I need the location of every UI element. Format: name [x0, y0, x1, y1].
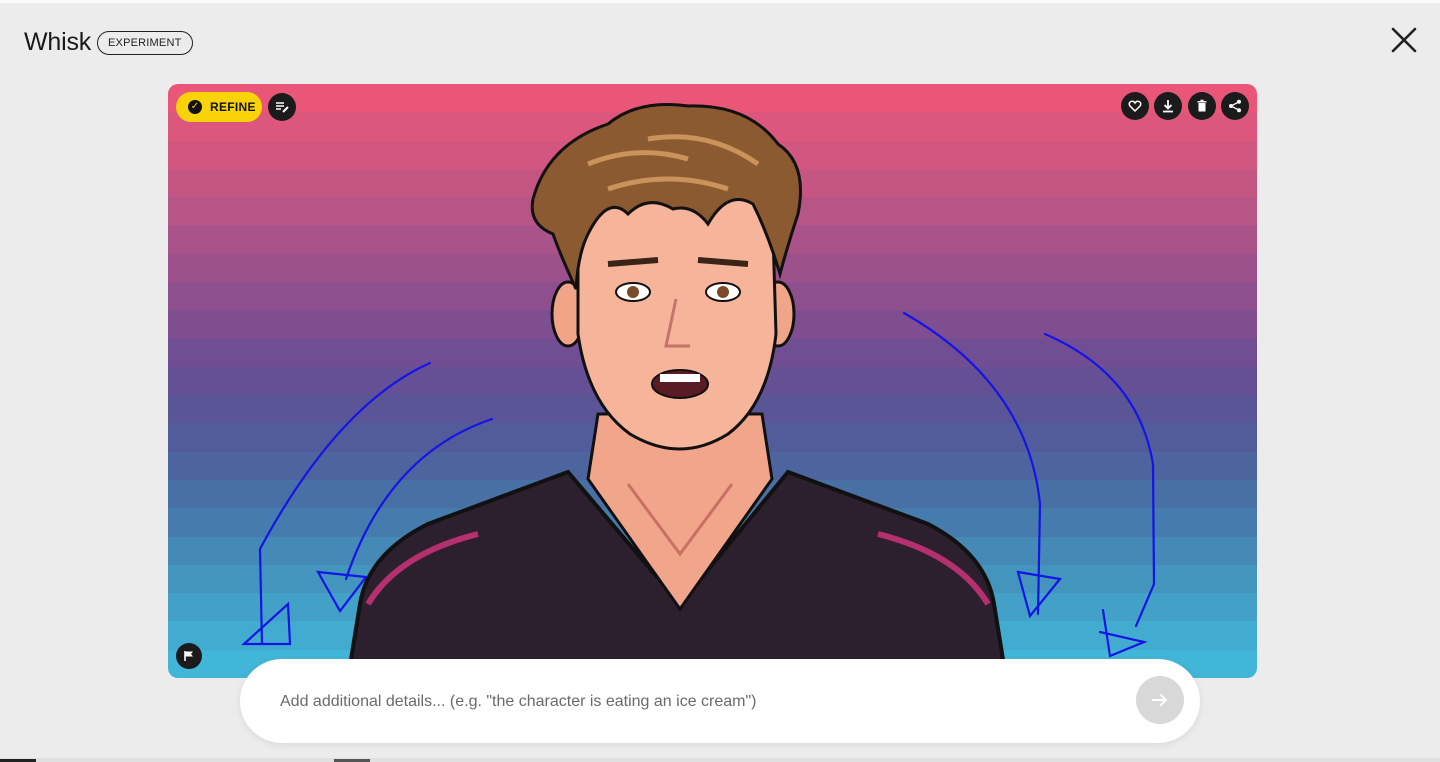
flag-icon	[184, 651, 193, 661]
edit-prompt-button[interactable]	[268, 93, 296, 121]
heart-icon	[1128, 100, 1142, 113]
generated-image[interactable]	[168, 84, 1257, 678]
app-title: Whisk	[24, 28, 92, 56]
edit-notes-icon	[276, 102, 289, 113]
annotation-arrows	[241, 311, 1156, 658]
refine-label: REFINE	[210, 100, 256, 114]
close-icon	[1391, 27, 1417, 53]
experiment-badge: EXPERIMENT	[97, 31, 193, 55]
download-button[interactable]	[1154, 92, 1182, 120]
delete-button[interactable]	[1188, 92, 1216, 120]
share-icon	[1229, 99, 1241, 113]
download-icon	[1163, 100, 1173, 113]
trash-icon	[1197, 99, 1207, 112]
submit-button[interactable]	[1136, 676, 1184, 724]
prompt-bar	[240, 659, 1200, 743]
details-input[interactable]	[278, 681, 1122, 723]
bottom-strip	[0, 758, 1440, 762]
check-circle-icon: ✓	[188, 100, 202, 114]
share-button[interactable]	[1221, 92, 1249, 120]
arrow-right-icon	[1152, 694, 1167, 706]
report-button[interactable]	[176, 643, 202, 669]
favorite-button[interactable]	[1121, 92, 1149, 120]
refine-button[interactable]: ✓ REFINE	[176, 92, 262, 122]
close-button[interactable]	[1389, 25, 1419, 55]
top-edge	[0, 0, 1440, 3]
